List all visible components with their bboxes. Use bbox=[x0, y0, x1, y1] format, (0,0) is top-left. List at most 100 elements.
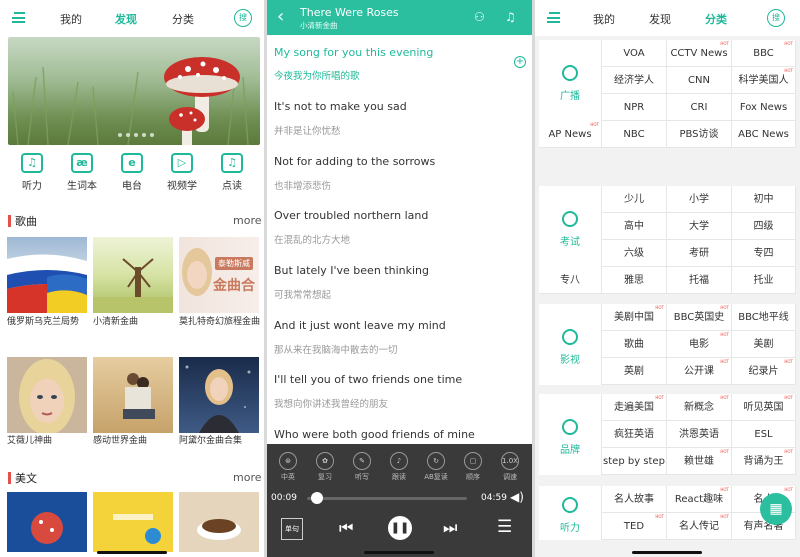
category-item[interactable]: ESL bbox=[732, 421, 796, 448]
progress-knob[interactable] bbox=[310, 492, 323, 504]
tab-mine[interactable]: 我的 bbox=[60, 11, 82, 27]
category-item[interactable]: 大学 bbox=[667, 213, 732, 240]
category-item[interactable]: CCTV News HOT bbox=[667, 40, 732, 67]
app-grid-fab[interactable]: ▦ bbox=[760, 493, 792, 525]
category-item[interactable]: 托福 bbox=[667, 267, 732, 294]
category-item[interactable]: 听见英国 HOT bbox=[732, 394, 796, 421]
tab-discover[interactable]: 发现 bbox=[115, 11, 137, 27]
song-thumb-adele[interactable] bbox=[179, 357, 259, 433]
lyric-line[interactable]: Who were both good friends of mine bbox=[274, 428, 475, 441]
category-item[interactable]: 雅思 bbox=[602, 267, 667, 294]
category-item[interactable]: Fox News bbox=[732, 94, 796, 121]
user-settings-icon[interactable]: ⚇ bbox=[474, 10, 485, 24]
category-group-label[interactable]: 听力 bbox=[539, 486, 602, 540]
category-item[interactable]: TED HOT bbox=[602, 513, 667, 540]
video-learning-feature[interactable]: ▷ 视频学 bbox=[162, 150, 202, 192]
tab-discover[interactable]: 发现 bbox=[649, 11, 671, 27]
category-item[interactable]: 专八 bbox=[539, 267, 602, 294]
category-item[interactable]: BBC英国史 HOT bbox=[667, 304, 732, 331]
category-item[interactable]: 赖世雄 HOT bbox=[667, 448, 732, 475]
category-group-label[interactable]: 影视 bbox=[539, 304, 602, 385]
category-item[interactable]: 疯狂英语 bbox=[602, 421, 667, 448]
category-item[interactable]: 名人传记 HOT bbox=[667, 513, 732, 540]
song-thumb-russia-ukraine[interactable] bbox=[7, 237, 87, 313]
article-thumb-1[interactable] bbox=[7, 492, 87, 552]
category-group-label[interactable]: 考试 bbox=[539, 186, 602, 267]
lyric-line[interactable]: And it just wont leave my mind bbox=[274, 319, 446, 332]
category-item[interactable]: 少儿 bbox=[602, 186, 667, 213]
category-item[interactable]: 英剧 bbox=[602, 358, 667, 385]
lyric-line[interactable]: But lately I've been thinking bbox=[274, 264, 429, 277]
tool-dictation[interactable]: ✎ 听写 bbox=[348, 452, 376, 482]
tool-speed[interactable]: 1.0X 调速 bbox=[496, 452, 524, 482]
point-read-feature[interactable]: ♫ 点读 bbox=[212, 150, 252, 192]
tool-bilingual[interactable]: ⊛ 中英 bbox=[274, 452, 302, 482]
category-item[interactable]: 电影 HOT bbox=[667, 331, 732, 358]
category-item[interactable]: 科学美国人 HOT bbox=[732, 67, 796, 94]
category-item[interactable]: 托业 bbox=[732, 267, 796, 294]
category-item[interactable]: 走遍美国 HOT bbox=[602, 394, 667, 421]
search-icon[interactable]: 搜 bbox=[234, 9, 252, 27]
song-thumb-fresh[interactable] bbox=[93, 237, 173, 313]
category-item[interactable]: 美剧 bbox=[732, 331, 796, 358]
tool-order[interactable]: ▢ 顺序 bbox=[459, 452, 487, 482]
category-item[interactable]: 经济学人 bbox=[602, 67, 667, 94]
article-thumb-2[interactable] bbox=[93, 492, 173, 552]
category-item[interactable]: NPR bbox=[602, 94, 667, 121]
category-item[interactable]: 小学 bbox=[667, 186, 732, 213]
progress-track[interactable] bbox=[307, 497, 467, 500]
category-item[interactable]: 四级 bbox=[732, 213, 796, 240]
articles-more-link[interactable]: more bbox=[233, 471, 262, 484]
category-item[interactable]: BBC HOT bbox=[732, 40, 796, 67]
tab-category[interactable]: 分类 bbox=[172, 11, 194, 27]
tool-ab-repeat[interactable]: ↻ AB复读 bbox=[422, 452, 450, 482]
category-item[interactable]: BBC地平线 bbox=[732, 304, 796, 331]
category-item[interactable]: step by step bbox=[602, 448, 667, 475]
radio-feature[interactable]: e 电台 bbox=[112, 150, 152, 192]
vocabulary-feature[interactable]: æ 生词本 bbox=[62, 150, 102, 192]
category-item[interactable]: 公开课 HOT bbox=[667, 358, 732, 385]
category-item[interactable]: 高中 bbox=[602, 213, 667, 240]
category-item[interactable]: 洪恩英语 bbox=[667, 421, 732, 448]
lyric-line[interactable]: It's not to make you sad bbox=[274, 100, 407, 113]
tab-mine[interactable]: 我的 bbox=[593, 11, 615, 27]
category-item[interactable]: CRI bbox=[667, 94, 732, 121]
lyric-line[interactable]: I'll tell you of two friends one time bbox=[274, 373, 462, 386]
article-thumb-3[interactable] bbox=[179, 492, 259, 552]
banner-carousel[interactable] bbox=[8, 37, 260, 145]
previous-icon[interactable]: ⏮ bbox=[339, 518, 353, 538]
category-item[interactable]: React趣味 HOT bbox=[667, 486, 732, 513]
add-lyric-icon[interactable]: + bbox=[514, 56, 526, 68]
category-item[interactable]: AP News HOT bbox=[539, 121, 602, 148]
next-icon[interactable]: ⏭ bbox=[443, 518, 457, 538]
category-item[interactable]: 六级 bbox=[602, 240, 667, 267]
song-thumb-mozart[interactable]: 泰勒斯威 金曲合 bbox=[179, 237, 259, 313]
category-group-label[interactable]: 品牌 bbox=[539, 394, 602, 475]
pause-button[interactable]: ❚❚ bbox=[388, 516, 412, 540]
category-item[interactable]: VOA bbox=[602, 40, 667, 67]
song-thumb-touching[interactable] bbox=[93, 357, 173, 433]
playlist-menu-icon[interactable]: ☰ bbox=[497, 517, 512, 537]
tab-category[interactable]: 分类 bbox=[705, 11, 727, 27]
category-group-label[interactable]: 广播 bbox=[539, 40, 602, 121]
category-item[interactable]: 考研 bbox=[667, 240, 732, 267]
carousel-dots[interactable] bbox=[118, 133, 154, 137]
listening-feature[interactable]: ♫ 听力 bbox=[12, 150, 52, 192]
category-item[interactable]: 纪录片 HOT bbox=[732, 358, 796, 385]
category-item[interactable]: PBS访谈 bbox=[667, 121, 732, 148]
category-item[interactable]: 名人故事 bbox=[602, 486, 667, 513]
menu-icon[interactable] bbox=[547, 12, 560, 23]
song-thumb-avril[interactable] bbox=[7, 357, 87, 433]
tool-read-along[interactable]: ♪ 跟读 bbox=[385, 452, 413, 482]
category-item[interactable]: NBC bbox=[602, 121, 667, 148]
category-item[interactable]: ABC News bbox=[732, 121, 796, 148]
menu-icon[interactable] bbox=[12, 12, 25, 23]
songs-more-link[interactable]: more bbox=[233, 214, 262, 227]
category-item[interactable]: 初中 bbox=[732, 186, 796, 213]
lyric-line[interactable]: Over troubled northern land bbox=[274, 209, 428, 222]
search-icon[interactable]: 搜 bbox=[767, 9, 785, 27]
headphones-icon[interactable]: ♫ bbox=[505, 10, 516, 24]
tool-review[interactable]: ✿ 复习 bbox=[311, 452, 339, 482]
single-sentence-button[interactable]: 单句 bbox=[281, 518, 303, 540]
volume-icon[interactable]: ◀) bbox=[510, 490, 524, 504]
